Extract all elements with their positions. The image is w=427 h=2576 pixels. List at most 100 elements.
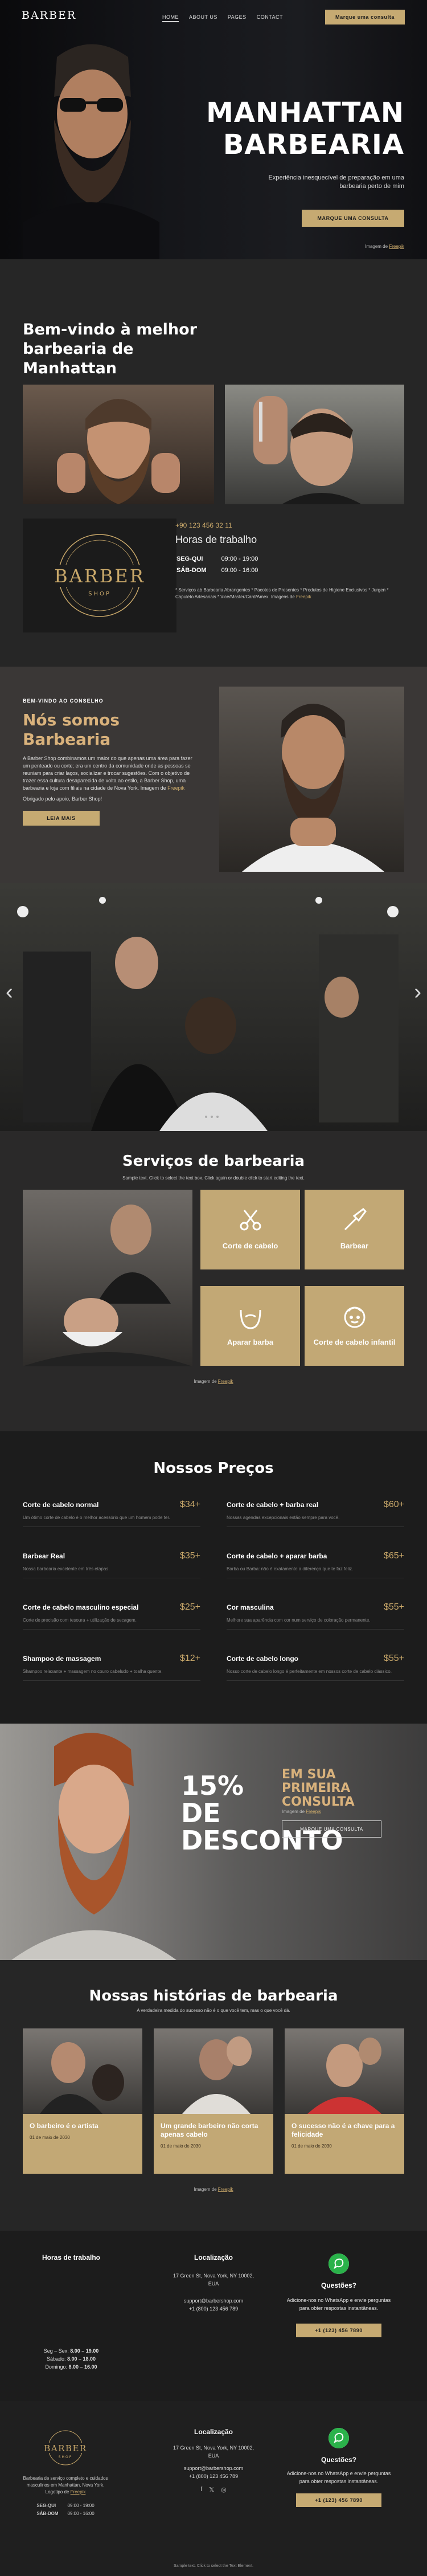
hero-book-button[interactable]: MARQUE UMA CONSULTA bbox=[302, 210, 404, 227]
barber-trimming-hair-image bbox=[225, 385, 404, 504]
hero-title-line1: MANHATTAN bbox=[206, 97, 404, 129]
price-divider bbox=[227, 1680, 404, 1681]
price-row: Corte de cabelo longo $55+ bbox=[227, 1654, 404, 1664]
about-title: Nós somos Barbearia bbox=[23, 711, 120, 749]
price-divider bbox=[23, 1680, 200, 1681]
footer-logo: BARBER SHOP bbox=[44, 2430, 87, 2465]
price-value: $34+ bbox=[179, 1500, 200, 1509]
footer-location-title: Localização bbox=[194, 2428, 233, 2436]
footer-bottom-note: Sample text. Click to select the Text El… bbox=[174, 2564, 253, 2568]
price-item: Corte de cabelo longo $55+ Nosso corte de … bbox=[227, 1654, 404, 1681]
book-appointment-button[interactable]: Marque uma consulta bbox=[325, 10, 405, 25]
phone-link[interactable]: +1 (800) 123 456 789 bbox=[171, 2305, 256, 2313]
freepik-link[interactable]: Freepik bbox=[167, 785, 184, 791]
x-twitter-icon[interactable]: 𝕏 bbox=[209, 2486, 214, 2493]
welcome-info: +90 123 456 32 11 Horas de trabalho SEG-… bbox=[175, 521, 403, 601]
price-row: Corte de cabelo masculino especial $25+ bbox=[23, 1602, 200, 1612]
client-in-chair-image bbox=[285, 2028, 404, 2114]
contact-hours-title: Horas de trabalho bbox=[42, 2254, 101, 2261]
services-section: Serviços de barbearia Sample text. Click… bbox=[0, 1131, 427, 1431]
note-credit: Imagens de bbox=[270, 594, 296, 599]
barber-shop-emblem: BARBER SHOP bbox=[23, 519, 176, 632]
discount-percent: 15% DE DESCONTO bbox=[181, 1770, 343, 1856]
price-name: Corte de cabelo longo bbox=[227, 1655, 299, 1663]
phone-number[interactable]: +90 123 456 32 11 bbox=[175, 521, 403, 529]
promo-image-credit: Imagem de Freepik bbox=[282, 1809, 321, 1814]
barber-shaving-image bbox=[23, 1190, 192, 1366]
story-title[interactable]: O sucesso não é a chave para a felicidad… bbox=[291, 2122, 397, 2139]
services-subtitle: Sample text. Click to select the text bo… bbox=[122, 1175, 305, 1181]
price-row: Cor masculina $55+ bbox=[227, 1602, 404, 1612]
service-card-kids-haircut[interactable]: Corte de cabelo infantil bbox=[305, 1286, 404, 1366]
service-card-haircut[interactable]: Corte de cabelo bbox=[200, 1190, 300, 1269]
man-twirling-mustache-image bbox=[23, 385, 214, 504]
site-logo[interactable]: BARBER bbox=[22, 9, 76, 22]
price-item: Barbear Real $35+ Nossa barbearia excelent… bbox=[23, 1551, 200, 1578]
footer-email-link[interactable]: support@barbershop.com bbox=[171, 2464, 256, 2472]
story-card[interactable]: Um grande barbeiro não corta apenas cabe… bbox=[154, 2028, 273, 2174]
story-card[interactable]: O sucesso não é a chave para a felicidad… bbox=[285, 2028, 404, 2174]
barber-at-work-image bbox=[23, 2028, 142, 2114]
freepik-link[interactable]: Freepik bbox=[218, 2187, 233, 2192]
hours-time: 09:00 - 16:00 bbox=[67, 2511, 95, 2516]
freepik-link[interactable]: Freepik bbox=[296, 594, 311, 599]
menu-item-contact[interactable]: CONTACT bbox=[257, 14, 283, 22]
services-note: * Serviços ab Barbearia Abrangentes * Pa… bbox=[175, 587, 397, 601]
facebook-icon[interactable]: f bbox=[200, 2486, 202, 2493]
story-date: 01 de maio de 2030 bbox=[30, 2135, 70, 2140]
freepik-link[interactable]: Freepik bbox=[71, 2489, 86, 2495]
price-description: Um ótimo corte de cabelo é o melhor aces… bbox=[23, 1515, 170, 1520]
slider-dot[interactable] bbox=[205, 1116, 207, 1118]
contact-section: Horas de trabalho Seg – Sex: 8.00 – 19.0… bbox=[0, 2231, 427, 2402]
footer-location: Localização 17 Green St, Nova York, NY 1… bbox=[171, 2428, 256, 2493]
razor-icon bbox=[344, 1208, 367, 1231]
story-title[interactable]: Um grande barbeiro não corta apenas cabe… bbox=[161, 2122, 266, 2139]
price-divider bbox=[227, 1526, 404, 1527]
slider-prev-button[interactable]: ‹ bbox=[6, 980, 13, 1005]
price-row: Corte de cabelo normal $34+ bbox=[23, 1500, 200, 1510]
whatsapp-icon[interactable] bbox=[329, 2254, 349, 2274]
slider-dot[interactable] bbox=[216, 1116, 219, 1118]
about-thanks: Obrigado pelo apoio, Barber Shop! bbox=[23, 796, 102, 802]
bearded-man-sunglasses-image bbox=[23, 44, 159, 259]
slider-dot[interactable] bbox=[211, 1116, 213, 1118]
price-name: Cor masculina bbox=[227, 1603, 274, 1611]
emblem-subtext: SHOP bbox=[88, 591, 111, 597]
questions-title: Questões? bbox=[321, 2281, 356, 2289]
hours-row: SEG-QUI 09:00 - 19:00 bbox=[176, 554, 272, 564]
service-card-shave[interactable]: Barbear bbox=[305, 1190, 404, 1269]
footer-phone-link[interactable]: +1 (800) 123 456 789 bbox=[171, 2472, 256, 2480]
read-more-button[interactable]: LEIA MAIS bbox=[23, 811, 100, 826]
hours-time: 09:00 - 19:00 bbox=[221, 556, 258, 562]
price-item: Corte de cabelo normal $34+ Um ótimo corte… bbox=[23, 1500, 200, 1527]
footer-whatsapp-button[interactable]: +1 (123) 456 7890 bbox=[296, 2493, 381, 2507]
instagram-icon[interactable]: ◎ bbox=[221, 2486, 227, 2493]
price-row: Barbear Real $35+ bbox=[23, 1551, 200, 1561]
price-value: $65+ bbox=[383, 1551, 404, 1561]
freepik-link[interactable]: Freepik bbox=[218, 1379, 233, 1384]
story-card[interactable]: O barbeiro é o artista 01 de maio de 2030 bbox=[23, 2028, 142, 2174]
freepik-link[interactable]: Freepik bbox=[389, 244, 404, 249]
story-body: Um grande barbeiro não corta apenas cabe… bbox=[154, 2114, 273, 2174]
story-title[interactable]: O barbeiro é o artista bbox=[30, 2122, 136, 2130]
freepik-link[interactable]: Freepik bbox=[306, 1809, 321, 1814]
whatsapp-icon[interactable] bbox=[329, 2428, 349, 2448]
credit-text: Imagem de bbox=[194, 1379, 218, 1384]
menu-item-about[interactable]: ABOUT US bbox=[189, 14, 217, 22]
service-card-beard-trim[interactable]: Aparar barba bbox=[200, 1286, 300, 1366]
footer-about: Barbearia de serviço completo e cuidados… bbox=[23, 2475, 108, 2496]
slider-next-button[interactable]: › bbox=[414, 980, 421, 1005]
footer-address: 17 Green St, Nova York, NY 10002, EUA bbox=[173, 2445, 254, 2459]
price-description: Melhore sua aparência com cor num serviç… bbox=[227, 1618, 371, 1623]
menu-item-home[interactable]: HOME bbox=[162, 14, 179, 22]
stories-title: Nossas histórias de barbearia bbox=[89, 1987, 338, 2005]
whatsapp-number-button[interactable]: +1 (123) 456 7890 bbox=[296, 2324, 381, 2337]
menu-item-pages[interactable]: PAGES bbox=[228, 14, 247, 22]
email-link[interactable]: support@barbershop.com bbox=[171, 2297, 256, 2305]
footer-logo-text: BARBER bbox=[44, 2443, 87, 2453]
story-body: O barbeiro é o artista 01 de maio de 2030 bbox=[23, 2114, 142, 2174]
welcome-title: Bem-vindo à melhor barbearia de Manhatta… bbox=[23, 321, 197, 377]
hours-row: SEG-QUI 09:00 - 19:00 bbox=[36, 2502, 94, 2509]
promo-book-button[interactable]: MARQUE UMA CONSULTA bbox=[282, 1820, 381, 1838]
redhead-bearded-man-image bbox=[11, 1733, 176, 1960]
